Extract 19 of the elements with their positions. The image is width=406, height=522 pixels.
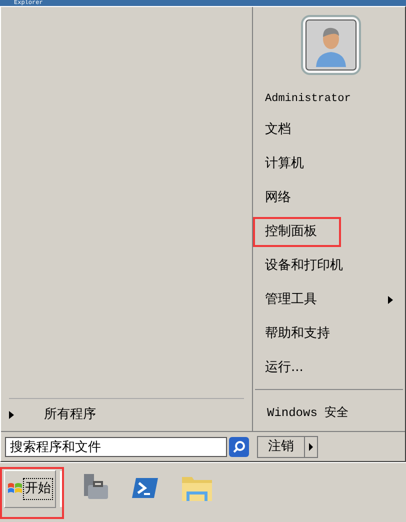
menu-item[interactable]: Windows 安全: [255, 398, 403, 428]
caret-icon: [309, 442, 313, 450]
menu-item[interactable]: 帮助和支持: [253, 319, 405, 349]
menu-item[interactable]: 计算机: [253, 149, 405, 179]
expand-arrow-icon: [9, 411, 14, 419]
search-icon: [232, 440, 246, 454]
user-avatar-icon: [301, 15, 361, 75]
menu-item[interactable]: 运行...: [253, 353, 405, 383]
menu-item[interactable]: 设备和打印机: [253, 251, 405, 281]
user-name[interactable]: Administrator: [253, 87, 405, 111]
search-button[interactable]: [229, 436, 249, 456]
menu-item[interactable]: 网络: [253, 183, 405, 213]
menu-item[interactable]: 管理工具: [253, 285, 405, 315]
search-field[interactable]: 搜索程序和文件: [5, 436, 227, 456]
start-button[interactable]: 开始: [4, 470, 56, 508]
all-programs-item[interactable]: 所有程序: [1, 401, 252, 429]
menu-item[interactable]: 控制面板: [253, 217, 341, 247]
menu-item[interactable]: 文档: [253, 115, 405, 145]
submenu-arrow-icon: [388, 296, 393, 304]
